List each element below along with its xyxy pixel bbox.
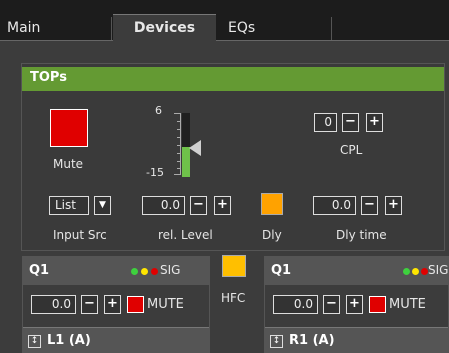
output-routing-icon: ↕ xyxy=(28,335,41,348)
meter-min-label: -15 xyxy=(146,166,164,179)
channel-output[interactable]: ↕ L1 (A) xyxy=(23,327,209,353)
channel-name: Q1 xyxy=(29,263,50,278)
sig-label: SIG xyxy=(428,263,449,277)
rel-level-minus-button[interactable]: − xyxy=(190,196,207,215)
dly-time-value[interactable]: 0.0 xyxy=(313,196,356,215)
mute-button[interactable] xyxy=(50,109,88,147)
signal-led-red xyxy=(421,268,428,275)
input-src-label: Input Src xyxy=(53,228,107,242)
channel-header: Q1 SIG xyxy=(23,257,209,285)
output-label: R1 (A) xyxy=(289,333,335,348)
mute-label: Mute xyxy=(53,157,84,171)
channel-mute-button[interactable] xyxy=(369,296,386,313)
channel-gain-value[interactable]: 0.0 xyxy=(31,295,76,314)
input-src-select[interactable]: List xyxy=(49,196,89,215)
channel-plus-button[interactable]: + xyxy=(104,295,121,314)
dly-time-minus-button[interactable]: − xyxy=(361,196,378,215)
cpl-label: CPL xyxy=(340,143,363,157)
channel-plus-button[interactable]: + xyxy=(346,295,363,314)
channel-output[interactable]: ↕ R1 (A) xyxy=(265,327,448,353)
signal-led-red xyxy=(151,268,158,275)
signal-led-yellow xyxy=(412,268,419,275)
signal-led-yellow xyxy=(141,268,148,275)
sig-label: SIG xyxy=(160,263,181,277)
hfc-button[interactable] xyxy=(222,255,246,277)
hfc-label: HFC xyxy=(221,291,246,305)
dly-time-plus-button[interactable]: + xyxy=(385,196,402,215)
output-label: L1 (A) xyxy=(47,333,91,348)
channel-strip-right: Q1 SIG 0.0 − + MUTE ↕ R1 (A) xyxy=(264,256,449,353)
cpl-plus-button[interactable]: + xyxy=(366,113,383,132)
cpl-value[interactable]: 0 xyxy=(314,113,337,132)
level-slider-handle[interactable] xyxy=(189,140,201,156)
channel-header: Q1 SIG xyxy=(265,257,448,285)
tops-panel-header: TOPs xyxy=(22,67,444,91)
channel-name: Q1 xyxy=(271,263,292,278)
channel-mute-label: MUTE xyxy=(147,297,184,312)
dly-label: Dly xyxy=(262,228,282,242)
chevron-down-icon[interactable]: ▼ xyxy=(94,196,111,215)
cpl-minus-button[interactable]: − xyxy=(342,113,359,132)
channel-minus-button[interactable]: − xyxy=(81,295,98,314)
tab-main[interactable]: Main xyxy=(0,17,112,41)
output-routing-icon: ↕ xyxy=(270,335,283,348)
signal-led-green xyxy=(131,268,138,275)
tab-bar: Main Devices EQs xyxy=(0,0,449,42)
tab-eqs[interactable]: EQs xyxy=(217,17,332,41)
meter-scale xyxy=(174,113,181,175)
dly-time-label: Dly time xyxy=(336,228,387,242)
tops-panel xyxy=(21,63,445,251)
channel-gain-value[interactable]: 0.0 xyxy=(273,295,318,314)
panel-title: TOPs xyxy=(30,70,67,85)
signal-led-green xyxy=(403,268,410,275)
tab-devices[interactable]: Devices xyxy=(113,14,216,42)
channel-minus-button[interactable]: − xyxy=(323,295,340,314)
channel-mute-button[interactable] xyxy=(127,296,144,313)
channel-strip-left: Q1 SIG 0.0 − + MUTE ↕ L1 (A) xyxy=(22,256,210,353)
rel-level-label: rel. Level xyxy=(158,228,213,242)
meter-max-label: 6 xyxy=(155,104,162,117)
rel-level-value[interactable]: 0.0 xyxy=(142,196,185,215)
rel-level-plus-button[interactable]: + xyxy=(214,196,231,215)
channel-mute-label: MUTE xyxy=(389,297,426,312)
dly-button[interactable] xyxy=(261,193,283,215)
